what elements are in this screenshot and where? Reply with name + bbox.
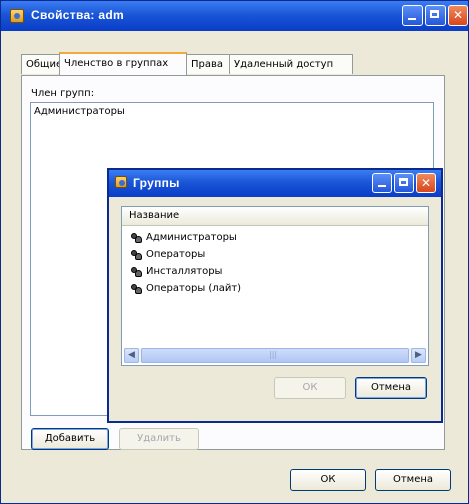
tab-membership[interactable]: Членство в группах: [59, 52, 187, 75]
dialog-titlebar[interactable]: Группы ✕: [109, 170, 441, 197]
add-button[interactable]: Добавить: [31, 428, 109, 450]
window-title: Свойства: adm: [31, 8, 124, 22]
groups-dialog: Группы ✕ Название Администраторы Операто…: [107, 168, 443, 423]
group-icon: [131, 249, 142, 260]
close-button[interactable]: ✕: [448, 5, 468, 26]
cancel-button[interactable]: Отмена: [375, 469, 451, 491]
remove-button[interactable]: Удалить: [119, 428, 199, 450]
scroll-left-button[interactable]: ◀: [124, 348, 139, 363]
tab-general[interactable]: Общие: [21, 54, 62, 74]
close-icon: ✕: [420, 176, 432, 190]
dialog-cancel-button[interactable]: Отмена: [355, 377, 427, 399]
column-header[interactable]: Название: [122, 207, 428, 226]
list-item-label: Администраторы: [146, 232, 237, 243]
chevron-right-icon: ▶: [415, 350, 422, 360]
ok-button[interactable]: ОК: [290, 469, 366, 491]
minimize-button[interactable]: [402, 5, 423, 26]
list-item-label: Операторы (лайт): [146, 283, 242, 294]
list-item-label: Операторы: [146, 249, 206, 260]
list-item-label: Инсталляторы: [146, 266, 223, 277]
maximize-button[interactable]: [394, 173, 414, 193]
list-item[interactable]: Администраторы: [34, 104, 125, 120]
window-titlebar[interactable]: Свойства: adm ✕: [1, 1, 468, 31]
groups-list[interactable]: Название Администраторы Операторы Инстал…: [121, 206, 429, 366]
close-icon: ✕: [452, 8, 464, 22]
maximize-button[interactable]: [425, 5, 446, 26]
horizontal-scrollbar[interactable]: ◀ ▶: [124, 348, 426, 363]
group-icon: [131, 232, 142, 243]
group-icon: [131, 283, 142, 294]
minimize-button[interactable]: [372, 173, 392, 193]
list-item[interactable]: Операторы: [131, 247, 205, 263]
member-of-label: Член групп:: [31, 88, 95, 99]
group-icon: [131, 266, 142, 277]
dialog-title: Группы: [133, 176, 180, 190]
close-button[interactable]: ✕: [416, 173, 436, 193]
scroll-right-button[interactable]: ▶: [411, 348, 426, 363]
app-icon: [115, 176, 127, 188]
app-icon: [10, 9, 24, 23]
list-item[interactable]: Администраторы: [131, 230, 237, 246]
column-header-name: Название: [129, 210, 180, 221]
scroll-thumb[interactable]: [141, 348, 409, 363]
list-item[interactable]: Инсталляторы: [131, 264, 222, 280]
list-item[interactable]: Операторы (лайт): [131, 281, 241, 297]
tab-remote-access[interactable]: Удаленный доступ: [229, 54, 353, 74]
tab-rights[interactable]: Права: [186, 54, 230, 74]
chevron-left-icon: ◀: [128, 350, 135, 360]
dialog-ok-button[interactable]: ОК: [274, 377, 346, 399]
